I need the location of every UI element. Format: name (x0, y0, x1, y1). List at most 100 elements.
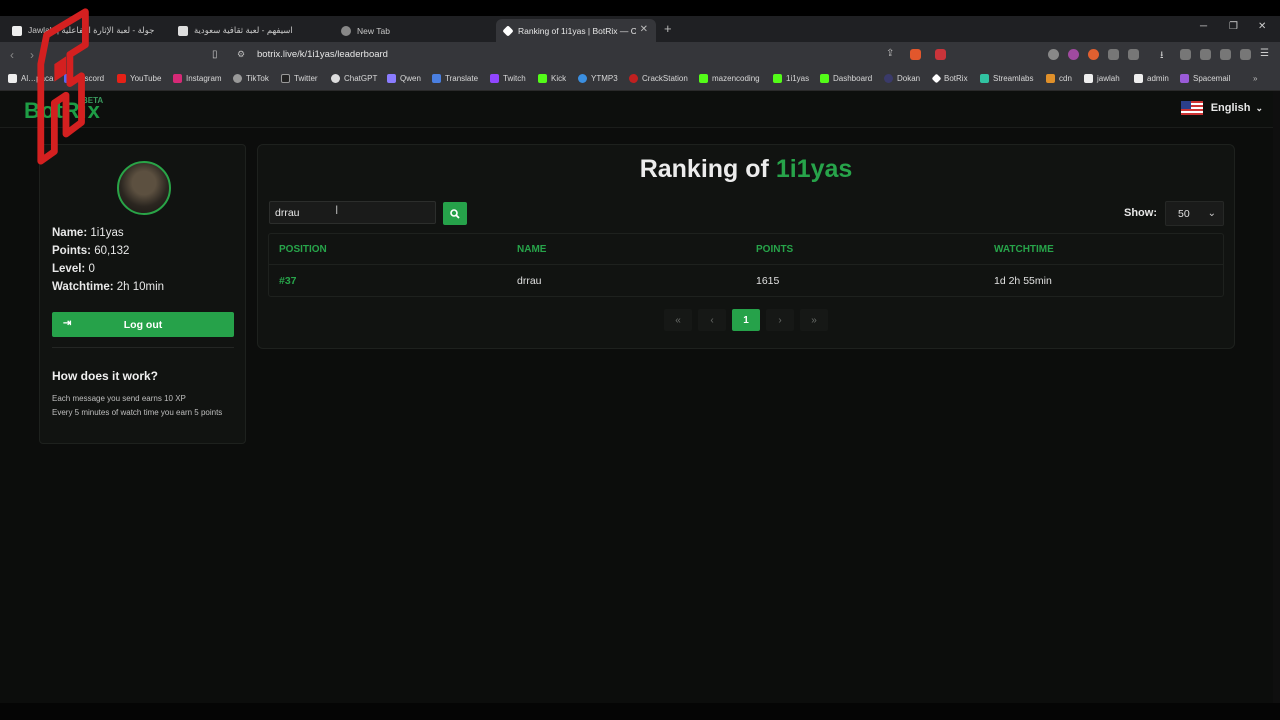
column-header-name[interactable]: NAME (517, 244, 546, 255)
table-header: POSITION NAME POINTS WATCHTIME (269, 234, 1223, 265)
avatar (117, 161, 171, 215)
search-icon (450, 208, 460, 219)
kick-icon (538, 74, 547, 83)
sidebar-icon[interactable] (1180, 49, 1191, 60)
profile-name: Name: 1i1yas (52, 227, 124, 239)
row-watchtime: 1d 2h 55min (994, 275, 1052, 287)
bookmark-kick[interactable]: Kick (538, 74, 566, 83)
screen-top-edge (0, 0, 1280, 16)
xp-rule-text: Each message you send earns 10 XP (52, 394, 186, 403)
menu-icon[interactable]: ☰ (1260, 48, 1271, 59)
page-scrollbar[interactable] (1273, 91, 1280, 720)
bookmark-1i1yas[interactable]: 1i1yas (773, 74, 809, 83)
bookmark-crackstation[interactable]: CrackStation (629, 74, 688, 83)
youtube-icon (117, 74, 126, 83)
logout-icon: ⇥ (63, 318, 72, 329)
tab-title: اسيفهم - لعبة ثقافية سعودية (194, 25, 293, 35)
bookmark-twitter[interactable]: Twitter (281, 74, 318, 83)
wallet-icon[interactable] (1200, 49, 1211, 60)
bookmark-tiktok[interactable]: TikTok (233, 74, 269, 83)
tiktok-icon (233, 74, 242, 83)
prev-page-button[interactable]: ‹ (698, 309, 726, 331)
close-window-icon[interactable]: ✕ (1258, 21, 1266, 32)
kick-icon (773, 74, 782, 83)
bookmark-youtube[interactable]: YouTube (117, 74, 161, 83)
search-input[interactable] (269, 201, 436, 224)
column-header-points[interactable]: POINTS (756, 244, 793, 255)
dokan-icon (884, 74, 893, 83)
brave-shields-icon[interactable] (910, 49, 921, 60)
bookmark-dashboard[interactable]: Dashboard (820, 74, 872, 83)
minimize-icon[interactable]: ─ (1200, 21, 1207, 32)
bookmark-twitch[interactable]: Twitch (490, 74, 526, 83)
tab-title: Ranking of 1i1yas | BotRix — Cl… (518, 25, 636, 36)
admin-icon (1134, 74, 1143, 83)
leo-ai-icon[interactable] (1220, 49, 1231, 60)
page-1-button[interactable]: 1 (732, 309, 760, 331)
chevron-down-icon: ⌄ (1255, 102, 1263, 113)
url-field[interactable]: botrix.live/k/1i1yas/leaderboard (257, 49, 388, 60)
shield-icon (341, 25, 351, 36)
how-it-works-heading: How does it work? (52, 369, 159, 383)
x-icon (281, 74, 290, 83)
search-button[interactable] (443, 202, 467, 225)
extensions-puzzle-icon[interactable] (1108, 49, 1119, 60)
tab-favicon-icon (178, 25, 188, 36)
leaderboard-table: POSITION NAME POINTS WATCHTIME #37 drrau… (268, 233, 1224, 297)
bookmark-dokan[interactable]: Dokan (884, 74, 920, 83)
cdn-icon (1046, 74, 1055, 83)
bookmark-streamlabs[interactable]: Streamlabs (980, 74, 1033, 83)
browser-address-bar: ‹ › ▯ ⚙ botrix.live/k/1i1yas/leaderboard… (0, 42, 1280, 68)
bookmark-cdn[interactable]: cdn (1046, 74, 1072, 83)
row-points: 1615 (756, 275, 780, 287)
bookmark-icon[interactable]: ▯ (212, 49, 218, 60)
page-size-select[interactable]: 50 ⌄ (1165, 201, 1224, 226)
share-icon[interactable]: ⇪ (886, 48, 897, 59)
bookmark-jawlah[interactable]: jawlah (1084, 74, 1120, 83)
profile-level: Level: 0 (52, 263, 95, 275)
profile-points: Points: 60,132 (52, 245, 130, 257)
bookmark-translate[interactable]: Translate (432, 74, 478, 83)
brave-rewards-icon[interactable] (935, 49, 946, 60)
logout-button[interactable]: ⇥ Log out (52, 312, 234, 337)
extension-icon[interactable] (1128, 49, 1139, 60)
next-page-button[interactable]: › (766, 309, 794, 331)
extension-icon[interactable] (1048, 49, 1059, 60)
points-rule-text: Every 5 minutes of watch time you earn 5… (52, 408, 223, 417)
screen-bottom-edge (0, 703, 1280, 720)
spacemail-icon (1180, 74, 1189, 83)
tab-new-tab[interactable]: New Tab (333, 19, 493, 42)
bookmark-instagram[interactable]: Instagram (173, 74, 222, 83)
bookmark-mazencoding[interactable]: mazencoding (699, 74, 760, 83)
tab-asifham[interactable]: اسيفهم - لعبة ثقافية سعودية (170, 19, 330, 42)
close-icon[interactable]: ✕ (640, 24, 648, 35)
botrix-page: BotRix BETA English ⌄ Name: 1i1yas Point… (0, 91, 1280, 720)
twitch-icon (490, 74, 499, 83)
bookmark-admin[interactable]: admin (1134, 74, 1169, 83)
botrix-icon (931, 73, 942, 84)
bookmark-chatgpt[interactable]: ChatGPT (331, 74, 377, 83)
download-icon[interactable]: ⭳ (1160, 48, 1171, 61)
language-selector[interactable]: English ⌄ (1180, 101, 1263, 115)
tab-botrix-ranking[interactable]: Ranking of 1i1yas | BotRix — Cl… ✕ (496, 19, 656, 42)
bookmark-botrix[interactable]: BotRix (931, 73, 968, 84)
extension-icon[interactable] (1068, 49, 1079, 60)
last-page-button[interactable]: » (800, 309, 828, 331)
restore-icon[interactable]: ❐ (1229, 21, 1238, 32)
bookmark-favicon-icon (8, 74, 17, 83)
vpn-icon[interactable] (1240, 49, 1251, 60)
first-page-button[interactable]: « (664, 309, 692, 331)
new-tab-button[interactable]: + (664, 21, 672, 36)
bookmarks-bar: Al…paca Discord YouTube Instagram TikTok… (0, 68, 1280, 91)
streamlabs-icon (980, 74, 989, 83)
bookmark-spacemail[interactable]: Spacemail (1180, 74, 1230, 83)
column-header-position[interactable]: POSITION (279, 244, 327, 255)
bookmark-qwen[interactable]: Qwen (387, 74, 421, 83)
bookmark-ytmp3[interactable]: YTMP3 (578, 74, 618, 83)
site-settings-icon[interactable]: ⚙ (237, 49, 245, 60)
more-bookmarks-icon[interactable]: » (1253, 74, 1257, 83)
extension-icon[interactable] (1088, 49, 1099, 60)
back-icon[interactable]: ‹ (10, 48, 14, 62)
column-header-watchtime[interactable]: WATCHTIME (994, 244, 1054, 255)
ytmp3-icon (578, 74, 587, 83)
